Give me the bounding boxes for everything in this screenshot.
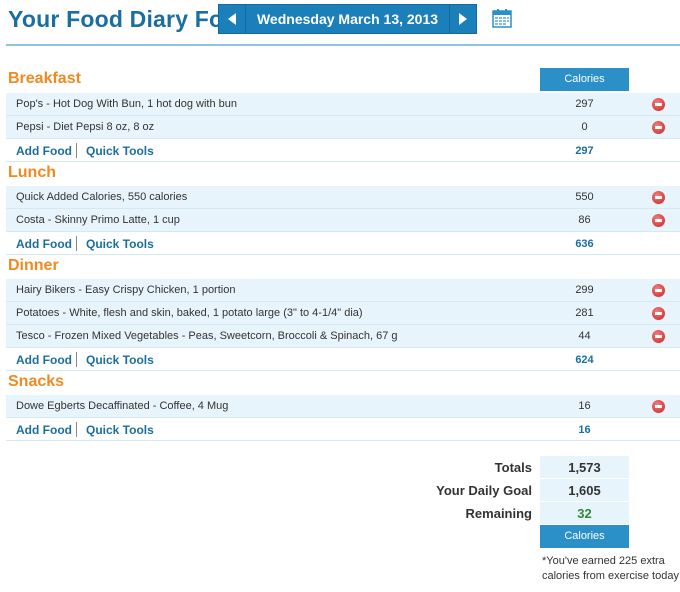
meal-title: Snacks	[8, 373, 65, 390]
add-food-link[interactable]: Add Food	[16, 237, 72, 251]
quick-tools-link[interactable]: Quick Tools	[86, 144, 154, 158]
goal-label: Your Daily Goal	[436, 483, 532, 498]
delete-icon[interactable]	[652, 330, 665, 343]
food-name[interactable]: Hairy Bikers - Easy Crispy Chicken, 1 po…	[16, 284, 235, 296]
food-name[interactable]: Potatoes - White, flesh and skin, baked,…	[16, 307, 363, 319]
quick-tools-link[interactable]: Quick Tools	[86, 353, 154, 367]
food-row: Quick Added Calories, 550 calories 550	[6, 186, 680, 209]
food-calories: 86	[578, 214, 591, 226]
calendar-icon[interactable]	[492, 8, 512, 28]
food-row: Pepsi - Diet Pepsi 8 oz, 8 oz 0	[6, 116, 680, 139]
food-calories: 0	[581, 121, 588, 133]
food-calories: 44	[578, 330, 591, 342]
meal-title: Dinner	[8, 257, 59, 274]
food-name[interactable]: Pop's - Hot Dog With Bun, 1 hot dog with…	[16, 98, 237, 110]
remaining-value: 32	[540, 502, 629, 525]
goal-row: Your Daily Goal 1,605	[6, 479, 680, 502]
totals-label: Totals	[494, 460, 532, 475]
prev-day-button[interactable]	[218, 4, 246, 34]
current-date: Wednesday March 13, 2013	[246, 4, 449, 34]
date-navigator: Wednesday March 13, 2013	[218, 4, 477, 34]
diary-header: Your Food Diary For: Wednesday March 13,…	[6, 0, 680, 46]
chevron-left-icon	[228, 13, 236, 25]
meal-title: Lunch	[8, 164, 56, 181]
calories-column-header: Calories	[540, 68, 629, 91]
add-food-link[interactable]: Add Food	[16, 423, 72, 437]
remaining-row: Remaining 32	[6, 502, 680, 525]
delete-icon[interactable]	[652, 400, 665, 413]
delete-icon[interactable]	[652, 307, 665, 320]
food-calories: 297	[575, 98, 594, 110]
link-divider	[76, 352, 77, 367]
delete-icon[interactable]	[652, 98, 665, 111]
add-food-link[interactable]: Add Food	[16, 353, 72, 367]
remaining-label: Remaining	[465, 506, 532, 521]
food-name[interactable]: Quick Added Calories, 550 calories	[16, 191, 187, 203]
exercise-note: *You've earned 225 extra calories from e…	[542, 555, 679, 582]
link-divider	[76, 143, 77, 158]
food-name[interactable]: Pepsi - Diet Pepsi 8 oz, 8 oz	[16, 121, 154, 133]
food-row: Tesco - Frozen Mixed Vegetables - Peas, …	[6, 325, 680, 348]
delete-icon[interactable]	[652, 284, 665, 297]
food-row: Potatoes - White, flesh and skin, baked,…	[6, 302, 680, 325]
food-calories: 550	[575, 191, 594, 203]
meal-total: 636	[575, 238, 594, 250]
totals-value: 1,573	[540, 456, 629, 479]
meal-total: 297	[575, 145, 594, 157]
meal-actions: Add Food Quick Tools 297	[6, 139, 680, 162]
food-row: Pop's - Hot Dog With Bun, 1 hot dog with…	[6, 93, 680, 116]
delete-icon[interactable]	[652, 121, 665, 134]
goal-value: 1,605	[540, 479, 629, 502]
meal-title: Breakfast	[8, 70, 81, 87]
food-calories: 299	[575, 284, 594, 296]
delete-icon[interactable]	[652, 214, 665, 227]
food-row: Hairy Bikers - Easy Crispy Chicken, 1 po…	[6, 279, 680, 302]
meal-actions: Add Food Quick Tools 624	[6, 348, 680, 371]
delete-icon[interactable]	[652, 191, 665, 204]
page-title: Your Food Diary For:	[8, 6, 241, 32]
link-divider	[76, 422, 77, 437]
calories-column-footer: Calories	[540, 525, 629, 548]
add-food-link[interactable]: Add Food	[16, 144, 72, 158]
next-day-button[interactable]	[449, 4, 477, 34]
meal-total: 624	[575, 354, 594, 366]
header-divider	[6, 44, 680, 46]
food-name[interactable]: Dowe Egberts Decaffinated - Coffee, 4 Mu…	[16, 400, 228, 412]
food-row: Costa - Skinny Primo Latte, 1 cup 86	[6, 209, 680, 232]
food-calories: 16	[578, 400, 591, 412]
food-name[interactable]: Costa - Skinny Primo Latte, 1 cup	[16, 214, 180, 226]
quick-tools-link[interactable]: Quick Tools	[86, 423, 154, 437]
food-row: Dowe Egberts Decaffinated - Coffee, 4 Mu…	[6, 395, 680, 418]
meal-actions: Add Food Quick Tools 16	[6, 418, 680, 441]
chevron-right-icon	[459, 13, 467, 25]
meal-total: 16	[578, 424, 591, 436]
totals-row: Totals 1,573	[6, 456, 680, 479]
link-divider	[76, 236, 77, 251]
food-name[interactable]: Tesco - Frozen Mixed Vegetables - Peas, …	[16, 330, 398, 342]
quick-tools-link[interactable]: Quick Tools	[86, 237, 154, 251]
food-calories: 281	[575, 307, 594, 319]
meal-actions: Add Food Quick Tools 636	[6, 232, 680, 255]
